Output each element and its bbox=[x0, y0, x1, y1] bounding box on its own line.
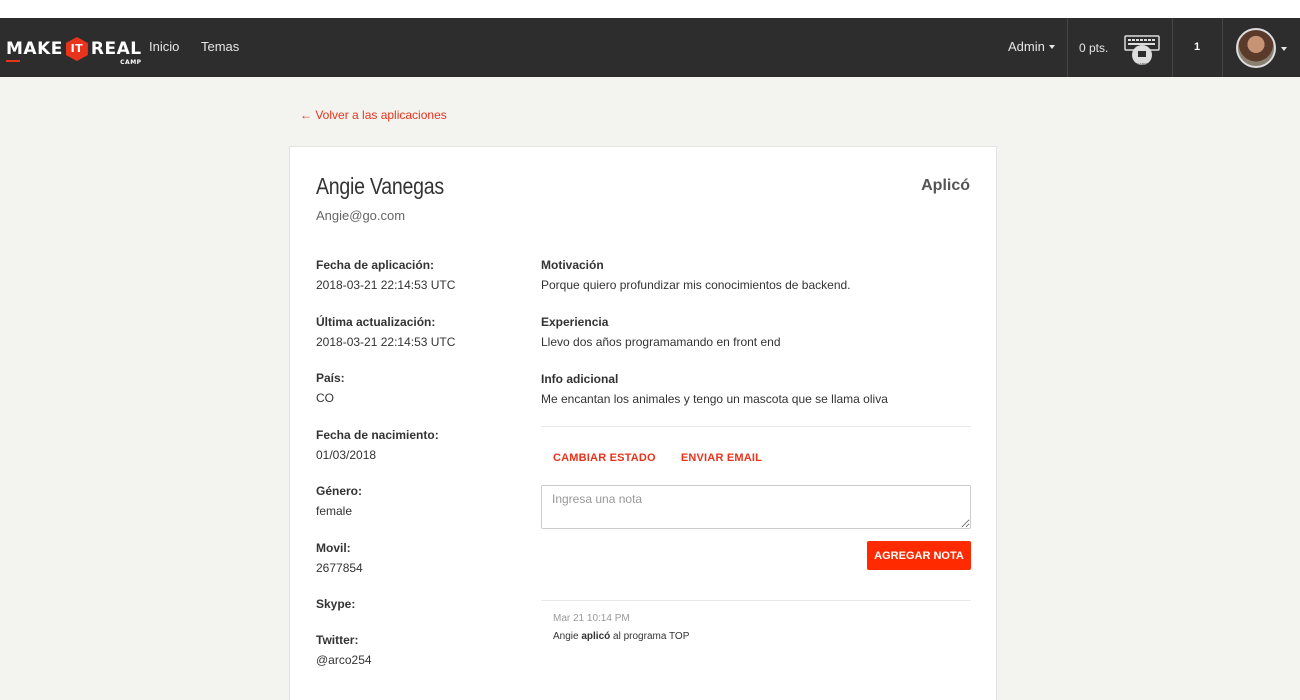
info-item: Skype: bbox=[316, 596, 516, 632]
timeline-suffix: al programa TOP bbox=[613, 631, 690, 642]
detail-item: Info adicional Me encantan los animales … bbox=[541, 371, 971, 428]
nav-divider bbox=[1067, 18, 1068, 77]
timeline-actor: Angie bbox=[553, 631, 579, 642]
info-value: CO bbox=[316, 391, 334, 405]
info-item: Twitter: @arco254 bbox=[316, 632, 516, 689]
divider bbox=[541, 600, 971, 601]
notifications-count[interactable]: 1 bbox=[1194, 41, 1200, 53]
main-content: ← Volver a las aplicaciones Angie Vanega… bbox=[0, 77, 1300, 700]
info-label: Twitter: bbox=[316, 633, 359, 647]
activity-timeline: Mar 21 10:14 PM Angie aplicó al programa… bbox=[553, 613, 689, 642]
add-note-button[interactable]: AGREGAR NOTA bbox=[867, 541, 971, 570]
info-label: Última actualización: bbox=[316, 314, 436, 329]
nav-link-inicio[interactable]: Inicio bbox=[149, 39, 179, 54]
logo-hexagon-it: IT bbox=[65, 37, 88, 61]
logo-text-make: MAKE bbox=[6, 39, 63, 59]
info-item: Movil: 2677854 bbox=[316, 540, 516, 597]
top-navbar: MAKE IT REAL CAMP Inicio Temas Admin 0 p… bbox=[0, 18, 1300, 77]
info-label: Skype: bbox=[316, 597, 356, 611]
make-it-real-logo[interactable]: MAKE IT REAL CAMP bbox=[6, 37, 142, 66]
user-avatar[interactable] bbox=[1236, 28, 1276, 68]
logo-text-camp: CAMP bbox=[120, 59, 142, 66]
applicant-email: Angie@go.com bbox=[316, 208, 406, 223]
info-item: Fecha de nacimiento: 01/03/2018 bbox=[316, 427, 516, 484]
info-label: Fecha de nacimiento: bbox=[316, 427, 439, 442]
badge-label: BLANCO bbox=[1136, 62, 1149, 66]
points-counter: 0 pts. bbox=[1079, 41, 1109, 55]
logo-text-real: REAL bbox=[90, 39, 142, 59]
application-actions: CAMBIAR ESTADO ENVIAR EMAIL bbox=[553, 452, 762, 464]
chevron-down-icon bbox=[1048, 45, 1055, 49]
info-value: 2018-03-21 22:14:53 UTC bbox=[316, 278, 456, 292]
detail-label: Experiencia bbox=[541, 315, 609, 329]
detail-item: Motivación Porque quiero profundizar mis… bbox=[541, 257, 971, 314]
info-value: 2018-03-21 22:14:53 UTC bbox=[316, 334, 456, 349]
info-label: Movil: bbox=[316, 540, 351, 555]
application-details: Motivación Porque quiero profundizar mis… bbox=[541, 257, 971, 428]
detail-label: Motivación bbox=[541, 258, 604, 272]
info-item: Género: female bbox=[316, 483, 516, 540]
info-label: Fecha de aplicación: bbox=[316, 258, 435, 272]
nav-divider bbox=[1172, 18, 1173, 77]
timeline-entry: Angie aplicó al programa TOP bbox=[553, 631, 689, 642]
keyboard-badge-icon[interactable]: BLANCO bbox=[1121, 34, 1163, 68]
logo-underline bbox=[6, 60, 20, 62]
application-card: Angie Vanegas Angie@go.com Aplicó Fecha … bbox=[289, 146, 997, 700]
application-status: Aplicó bbox=[921, 177, 970, 194]
info-label: Género: bbox=[316, 484, 363, 498]
info-label: País: bbox=[316, 371, 345, 385]
info-item: Última actualización: 2018-03-21 22:14:5… bbox=[316, 314, 516, 371]
info-value: 2677854 bbox=[316, 560, 363, 575]
detail-item: Experiencia Llevo dos años programamando… bbox=[541, 314, 971, 371]
send-email-button[interactable]: ENVIAR EMAIL bbox=[681, 452, 762, 464]
applicant-info-list: Fecha de aplicación: 2018-03-21 22:14:53… bbox=[316, 257, 516, 689]
detail-value: Porque quiero profundizar mis conocimien… bbox=[541, 278, 851, 292]
change-status-button[interactable]: CAMBIAR ESTADO bbox=[553, 452, 656, 464]
info-value: @arco254 bbox=[316, 653, 372, 667]
nav-divider bbox=[1222, 18, 1223, 77]
chevron-down-icon[interactable] bbox=[1281, 47, 1287, 51]
back-to-applications-link[interactable]: ← Volver a las aplicaciones bbox=[300, 108, 447, 122]
divider bbox=[541, 426, 971, 427]
info-item: País: CO bbox=[316, 370, 516, 427]
admin-dropdown[interactable]: Admin bbox=[1008, 39, 1055, 54]
detail-value: Llevo dos años programamando en front en… bbox=[541, 335, 781, 349]
admin-dropdown-label: Admin bbox=[1008, 39, 1045, 54]
info-value: 01/03/2018 bbox=[316, 447, 377, 462]
timeline-action: aplicó bbox=[581, 631, 611, 642]
timeline-timestamp: Mar 21 10:14 PM bbox=[553, 613, 630, 624]
note-input[interactable] bbox=[541, 485, 971, 529]
nav-link-temas[interactable]: Temas bbox=[201, 39, 239, 54]
detail-value: Me encantan los animales y tengo un masc… bbox=[541, 392, 888, 406]
applicant-name: Angie Vanegas bbox=[316, 173, 444, 199]
info-value: female bbox=[316, 504, 353, 518]
info-item: Fecha de aplicación: 2018-03-21 22:14:53… bbox=[316, 257, 516, 314]
detail-label: Info adicional bbox=[541, 372, 619, 386]
